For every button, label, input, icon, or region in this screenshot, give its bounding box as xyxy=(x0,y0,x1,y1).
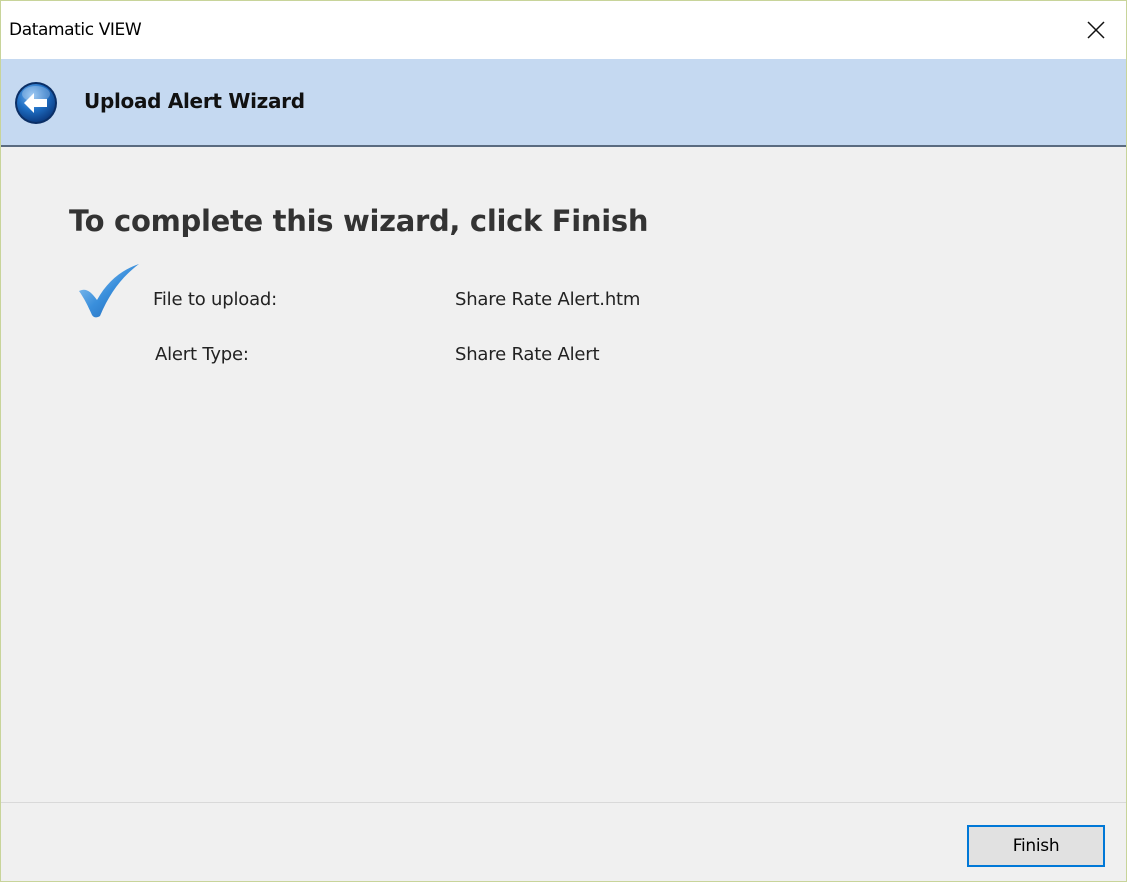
back-button[interactable] xyxy=(13,80,59,126)
file-to-upload-label: File to upload: xyxy=(153,289,278,310)
alert-type-value: Share Rate Alert xyxy=(455,344,600,365)
wizard-window: Datamatic VIEW Upload Alert Wizard To co… xyxy=(0,0,1127,882)
wizard-content: To complete this wizard, click Finish Fi… xyxy=(1,147,1126,802)
file-to-upload-value: Share Rate Alert.htm xyxy=(455,289,641,310)
wizard-footer: Finish xyxy=(1,803,1126,881)
alert-type-label: Alert Type: xyxy=(155,344,249,365)
finish-button[interactable]: Finish xyxy=(967,825,1105,867)
checkmark-icon xyxy=(79,264,139,318)
title-bar: Datamatic VIEW xyxy=(1,1,1126,59)
close-button[interactable] xyxy=(1066,1,1126,59)
page-heading: To complete this wizard, click Finish xyxy=(69,204,649,238)
window-title: Datamatic VIEW xyxy=(9,20,142,40)
close-icon xyxy=(1087,21,1105,39)
back-arrow-icon xyxy=(15,82,57,124)
wizard-header: Upload Alert Wizard xyxy=(1,59,1126,147)
wizard-title: Upload Alert Wizard xyxy=(84,89,305,113)
